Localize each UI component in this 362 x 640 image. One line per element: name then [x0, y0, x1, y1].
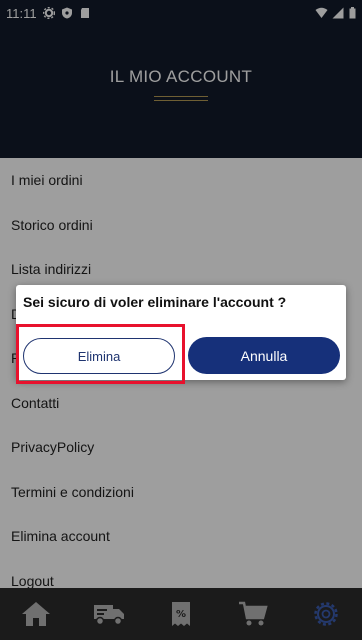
dialog-title: Sei sicuro di voler eliminare l'account … — [23, 294, 287, 310]
delete-account-dialog: Sei sicuro di voler eliminare l'account … — [16, 285, 346, 380]
cancel-button[interactable]: Annulla — [188, 337, 340, 374]
delete-button[interactable]: Elimina — [23, 338, 175, 374]
